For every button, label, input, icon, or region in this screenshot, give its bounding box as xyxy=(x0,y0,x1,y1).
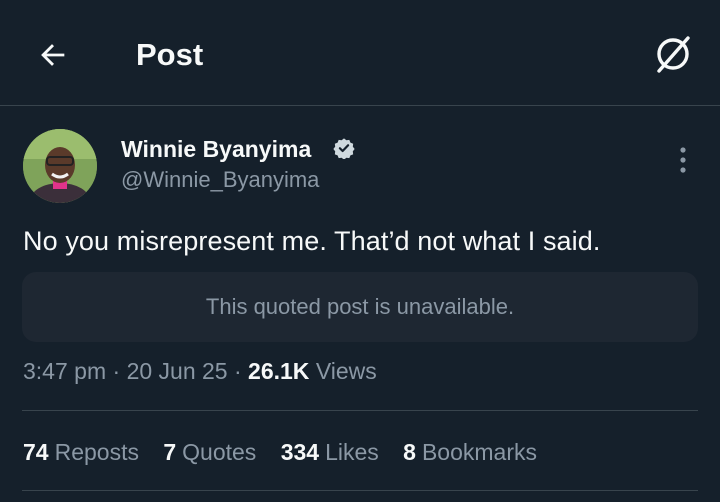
page-title: Post xyxy=(136,37,204,72)
engagement-stats: 74 Reposts 7 Quotes 334 Likes 8 Bookmarks xyxy=(23,439,555,466)
reposts-label: Reposts xyxy=(54,439,139,465)
views-count[interactable]: 26.1K xyxy=(248,358,309,384)
quotes-stat[interactable]: 7 Quotes xyxy=(163,439,256,466)
likes-label: Likes xyxy=(325,439,379,465)
top-bar: Post xyxy=(0,0,720,106)
tweet-time[interactable]: 3:47 pm xyxy=(23,358,106,384)
verified-badge-icon xyxy=(333,138,355,159)
arrow-left-icon[interactable] xyxy=(36,38,70,72)
likes-stat[interactable]: 334 Likes xyxy=(281,439,379,466)
bookmarks-label: Bookmarks xyxy=(421,439,538,465)
divider xyxy=(22,490,698,491)
quoted-post-box: This quoted post is unavailable. xyxy=(22,272,698,342)
divider xyxy=(22,410,698,411)
avatar[interactable] xyxy=(23,129,97,203)
meta-separator: · xyxy=(112,358,127,384)
quotes-count: 7 xyxy=(163,439,177,465)
quoted-post-unavailable-text: This quoted post is unavailable. xyxy=(205,294,515,319)
author-name[interactable]: Winnie Byanyima xyxy=(121,136,311,163)
tweet-text: No you misrepresent me. That’d not what … xyxy=(23,226,601,256)
reposts-stat[interactable]: 74 Reposts xyxy=(23,439,139,466)
quotes-label: Quotes xyxy=(182,439,257,465)
reposts-count: 74 xyxy=(23,439,49,465)
tweet-date[interactable]: 20 Jun 25 xyxy=(127,358,228,384)
meta-separator: · xyxy=(233,358,249,384)
bookmarks-count: 8 xyxy=(403,439,416,465)
grok-icon[interactable] xyxy=(652,33,694,75)
avatar-image xyxy=(23,129,97,203)
views-label: Views xyxy=(315,358,377,384)
bookmarks-stat[interactable]: 8 Bookmarks xyxy=(403,439,537,466)
likes-count: 334 xyxy=(280,439,320,465)
more-vertical-icon[interactable] xyxy=(676,146,690,174)
author-handle[interactable]: @Winnie_Byanyima xyxy=(121,167,319,193)
tweet-meta: 3:47 pm · 20 Jun 25 · 26.1K Views xyxy=(23,358,377,385)
